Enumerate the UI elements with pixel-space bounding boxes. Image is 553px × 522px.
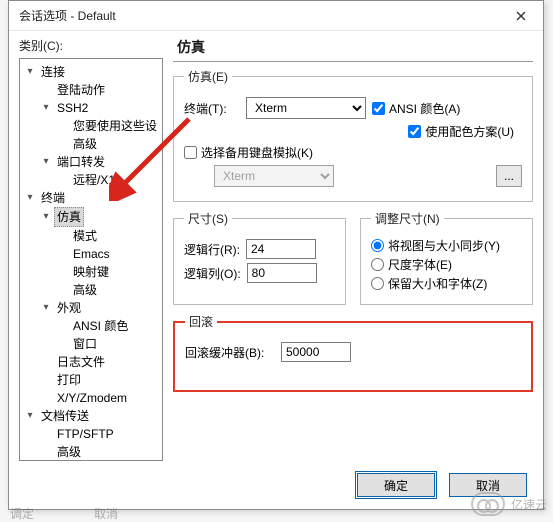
scrollback-input[interactable] (281, 342, 351, 362)
resize-sync-radio[interactable] (371, 239, 384, 252)
legend-emulation: 仿真(E) (184, 68, 232, 85)
legend-size: 尺寸(S) (184, 210, 232, 227)
tree-node-xfer-advanced[interactable]: 高级 (40, 443, 160, 461)
tree-node-port-fwd[interactable]: ▾端口转发 (40, 153, 160, 171)
use-scheme-checkbox[interactable] (408, 125, 421, 138)
rows-label: 逻辑行(R): (184, 241, 240, 258)
settings-pane: 仿真 仿真(E) 终端(T): Xterm ANSI 颜色(A) 使用配色方案(… (167, 31, 543, 465)
tree-node-ssh2-hint[interactable]: 您要使用这些设 (56, 117, 160, 135)
category-tree[interactable]: ▾连接 登陆动作 ▾SSH2 您要使用这些设 高级 (19, 58, 163, 461)
tree-node-print[interactable]: 打印 (40, 371, 160, 389)
terminal-label: 终端(T): (184, 100, 240, 117)
tree-node-login-actions[interactable]: 登陆动作 (40, 81, 160, 99)
cols-label: 逻辑列(O): (184, 265, 241, 282)
tree-node-log-file[interactable]: 日志文件 (40, 353, 160, 371)
tree-node-ansi-color[interactable]: ANSI 颜色 (56, 317, 160, 335)
tree-node-emul-advanced[interactable]: 高级 (56, 281, 160, 299)
tree-node-window[interactable]: 窗口 (56, 335, 160, 353)
rows-input[interactable] (246, 239, 316, 259)
resize-keep-radio[interactable] (371, 277, 384, 290)
tree-node-xyzmodem[interactable]: X/Y/Zmodem (40, 389, 160, 407)
session-options-dialog: 会话选项 - Default 类别(C): ▾连接 登陆动作 (8, 0, 544, 510)
legend-scrollback: 回滚 (185, 313, 217, 330)
dialog-button-bar: 确定 取消 (9, 465, 543, 509)
titlebar[interactable]: 会话选项 - Default (9, 1, 543, 31)
tree-node-mode[interactable]: 模式 (56, 227, 160, 245)
group-resize: 调整尺寸(N) 将视图与大小同步(Y) 尺度字体(E) 保留大小和字体(Z) (360, 210, 533, 305)
use-scheme-label: 使用配色方案(U) (425, 123, 514, 140)
tree-node-appearance[interactable]: ▾外观 (40, 299, 160, 317)
group-size: 尺寸(S) 逻辑行(R): 逻辑列(O): (173, 210, 346, 305)
tree-node-file-xfer[interactable]: ▾文档传送 (24, 407, 160, 425)
chevron-down-icon[interactable]: ▾ (40, 153, 52, 171)
ansi-color-checkbox[interactable] (372, 102, 385, 115)
ansi-color-label: ANSI 颜色(A) (389, 100, 460, 117)
alt-keyboard-label: 选择备用键盘模拟(K) (201, 144, 313, 161)
cols-input[interactable] (247, 263, 317, 283)
chevron-down-icon[interactable]: ▾ (40, 208, 52, 226)
tree-node-emacs[interactable]: Emacs (56, 245, 160, 263)
category-label: 类别(C): (9, 31, 167, 56)
tree-node-ftp-sftp[interactable]: FTP/SFTP (40, 425, 160, 443)
chevron-down-icon[interactable]: ▾ (40, 299, 52, 317)
tree-node-emulation[interactable]: ▾仿真 (40, 207, 160, 227)
tree-node-map-keys[interactable]: 映射键 (56, 263, 160, 281)
panel-title: 仿真 (173, 35, 533, 62)
resize-font-radio[interactable] (371, 258, 384, 271)
group-emulation: 仿真(E) 终端(T): Xterm ANSI 颜色(A) 使用配色方案(U) … (173, 68, 533, 202)
chevron-down-icon[interactable]: ▾ (24, 407, 36, 425)
chevron-down-icon[interactable]: ▾ (40, 99, 52, 117)
tree-node-terminal[interactable]: ▾终端 (24, 189, 160, 207)
scrollback-label: 回滚缓冲器(B): (185, 344, 275, 361)
terminal-select[interactable]: Xterm (246, 97, 366, 119)
background-fragment: 调定取消 (10, 505, 118, 522)
alt-keyboard-checkbox[interactable] (184, 146, 197, 159)
category-pane: 类别(C): ▾连接 登陆动作 ▾SSH2 (9, 31, 167, 465)
chevron-down-icon[interactable]: ▾ (24, 189, 36, 207)
alt-keyboard-select: Xterm (214, 165, 334, 187)
alt-keyboard-browse-button[interactable]: ... (496, 165, 522, 187)
window-title: 会话选项 - Default (19, 7, 116, 24)
watermark: 亿速云 (471, 492, 547, 516)
ok-button[interactable]: 确定 (357, 473, 435, 497)
tree-node-ssh2-advanced[interactable]: 高级 (56, 135, 160, 153)
chevron-down-icon[interactable]: ▾ (24, 63, 36, 81)
tree-node-ssh2[interactable]: ▾SSH2 (40, 99, 160, 117)
tree-node-connection[interactable]: ▾连接 (24, 63, 160, 81)
legend-resize: 调整尺寸(N) (371, 210, 444, 227)
close-icon[interactable] (498, 1, 543, 31)
tree-node-remote-x11[interactable]: 远程/X11 (56, 171, 160, 189)
group-scrollback: 回滚 回滚缓冲器(B): (173, 313, 533, 392)
watermark-logo-icon (471, 492, 505, 516)
